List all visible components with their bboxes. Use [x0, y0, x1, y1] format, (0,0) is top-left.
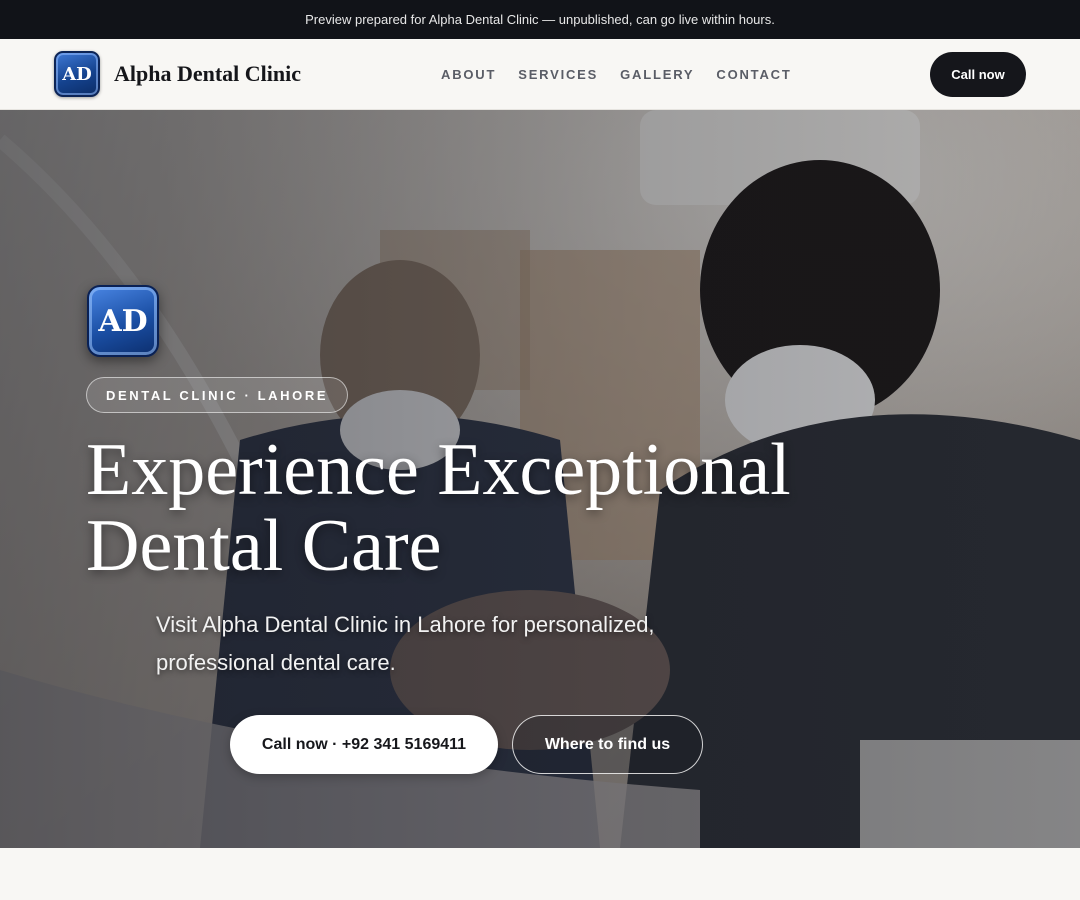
nav-about[interactable]: ABOUT [441, 67, 496, 82]
preview-banner-text: Preview prepared for Alpha Dental Clinic… [305, 12, 775, 27]
where-to-find-us-button[interactable]: Where to find us [512, 715, 703, 774]
hero-title-line-2: Dental Care [86, 505, 442, 587]
nav-gallery[interactable]: GALLERY [620, 67, 694, 82]
site-header: AD Alpha Dental Clinic ABOUT SERVICES GA… [0, 39, 1080, 110]
call-now-phone-button[interactable]: Call now · +92 341 5169411 [230, 715, 498, 774]
header-call-now-button[interactable]: Call now [930, 52, 1026, 97]
hero-section: AD DENTAL CLINIC · LAHORE Experience Exc… [0, 110, 1080, 848]
main-nav: ABOUT SERVICES GALLERY CONTACT [430, 39, 803, 109]
hero-subtitle-line-1: Visit Alpha Dental Clinic in Lahore for … [156, 612, 655, 637]
preview-banner: Preview prepared for Alpha Dental Clinic… [0, 0, 1080, 39]
hero-logo-icon: AD [87, 285, 159, 357]
hero-subtitle-line-2: professional dental care. [156, 650, 396, 675]
nav-services[interactable]: SERVICES [518, 67, 598, 82]
nav-contact[interactable]: CONTACT [716, 67, 791, 82]
brand-link[interactable]: AD Alpha Dental Clinic [54, 51, 301, 97]
hero-title-line-1: Experience Exceptional [86, 429, 791, 511]
hero-title: Experience Exceptional Dental Care [86, 432, 846, 584]
clinic-logo-icon: AD [54, 51, 100, 97]
hero-subtitle: Visit Alpha Dental Clinic in Lahore for … [156, 606, 716, 682]
brand-name: Alpha Dental Clinic [114, 61, 302, 86]
location-badge: DENTAL CLINIC · LAHORE [86, 377, 349, 413]
